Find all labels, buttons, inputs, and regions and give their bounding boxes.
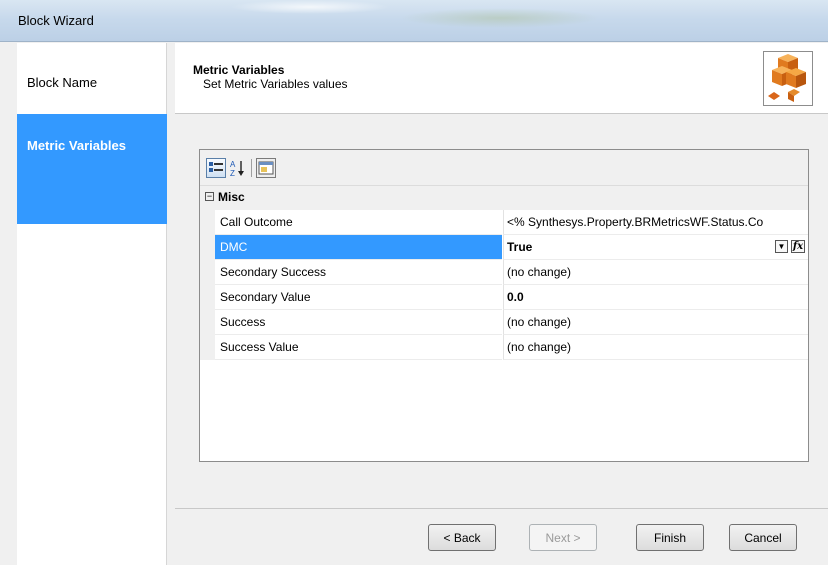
page-subtitle: Set Metric Variables values	[203, 77, 348, 91]
next-button[interactable]: Next >	[529, 524, 597, 551]
svg-text:A: A	[230, 160, 236, 169]
title-bar: Block Wizard	[0, 0, 828, 42]
property-value[interactable]: (no change)	[503, 310, 808, 335]
title-bar-glow	[230, 0, 390, 14]
property-row-dmc[interactable]: DMC True ▼ fx	[200, 235, 808, 260]
cancel-button[interactable]: Cancel	[729, 524, 797, 551]
back-button[interactable]: < Back	[428, 524, 496, 551]
property-name[interactable]: Success Value	[215, 335, 502, 360]
property-name[interactable]: DMC	[215, 235, 502, 260]
property-row-success[interactable]: Success (no change)	[200, 310, 808, 335]
property-value[interactable]: True ▼ fx	[503, 235, 808, 260]
property-grid[interactable]: A Z − Misc Call Outcome <% Synthesys.Pro…	[199, 149, 809, 462]
property-rows: Call Outcome <% Synthesys.Property.BRMet…	[200, 210, 808, 360]
wizard-nav: Block Name Metric Variables	[17, 43, 167, 565]
row-gutter	[200, 285, 215, 310]
row-gutter	[200, 310, 215, 335]
property-name[interactable]: Secondary Success	[215, 260, 502, 285]
dropdown-arrow-icon[interactable]: ▼	[775, 240, 788, 253]
property-pages-icon[interactable]	[256, 158, 276, 178]
property-name[interactable]: Success	[215, 310, 502, 335]
function-fx-icon[interactable]: fx	[791, 240, 805, 253]
svg-text:Z: Z	[230, 169, 235, 177]
category-misc[interactable]: − Misc	[200, 186, 808, 210]
row-gutter	[200, 260, 215, 285]
property-value-text: True	[507, 240, 533, 254]
row-gutter	[200, 335, 215, 360]
sort-alphabetical-icon[interactable]: A Z	[228, 158, 248, 178]
title-bar-glow	[400, 8, 600, 28]
page-header: Metric Variables Set Metric Variables va…	[175, 43, 828, 114]
finish-button[interactable]: Finish	[636, 524, 704, 551]
nav-item-label: Block Name	[27, 74, 98, 90]
property-value[interactable]: <% Synthesys.Property.BRMetricsWF.Status…	[503, 210, 808, 235]
cubes-icon	[763, 51, 813, 106]
nav-item-block-name[interactable]: Block Name	[17, 48, 167, 116]
property-name[interactable]: Secondary Value	[215, 285, 502, 310]
categorized-icon[interactable]	[206, 158, 226, 178]
nav-item-label: Metric Variables	[27, 138, 126, 153]
nav-item-metric-variables[interactable]: Metric Variables	[17, 114, 167, 224]
category-label: Misc	[218, 190, 245, 204]
footer-divider	[175, 508, 828, 509]
property-name[interactable]: Call Outcome	[215, 210, 502, 235]
property-row-secondary-value[interactable]: Secondary Value 0.0	[200, 285, 808, 310]
toolbar-separator	[251, 159, 252, 177]
property-row-success-value[interactable]: Success Value (no change)	[200, 335, 808, 360]
page-title: Metric Variables	[193, 63, 285, 77]
collapse-icon[interactable]: −	[205, 192, 214, 201]
property-value[interactable]: 0.0	[503, 285, 808, 310]
row-gutter	[200, 210, 215, 235]
window-title: Block Wizard	[18, 13, 94, 28]
row-gutter	[200, 235, 215, 260]
property-row-secondary-success[interactable]: Secondary Success (no change)	[200, 260, 808, 285]
property-value[interactable]: (no change)	[503, 335, 808, 360]
property-value[interactable]: (no change)	[503, 260, 808, 285]
property-grid-toolbar: A Z	[200, 150, 808, 186]
property-row-call-outcome[interactable]: Call Outcome <% Synthesys.Property.BRMet…	[200, 210, 808, 235]
